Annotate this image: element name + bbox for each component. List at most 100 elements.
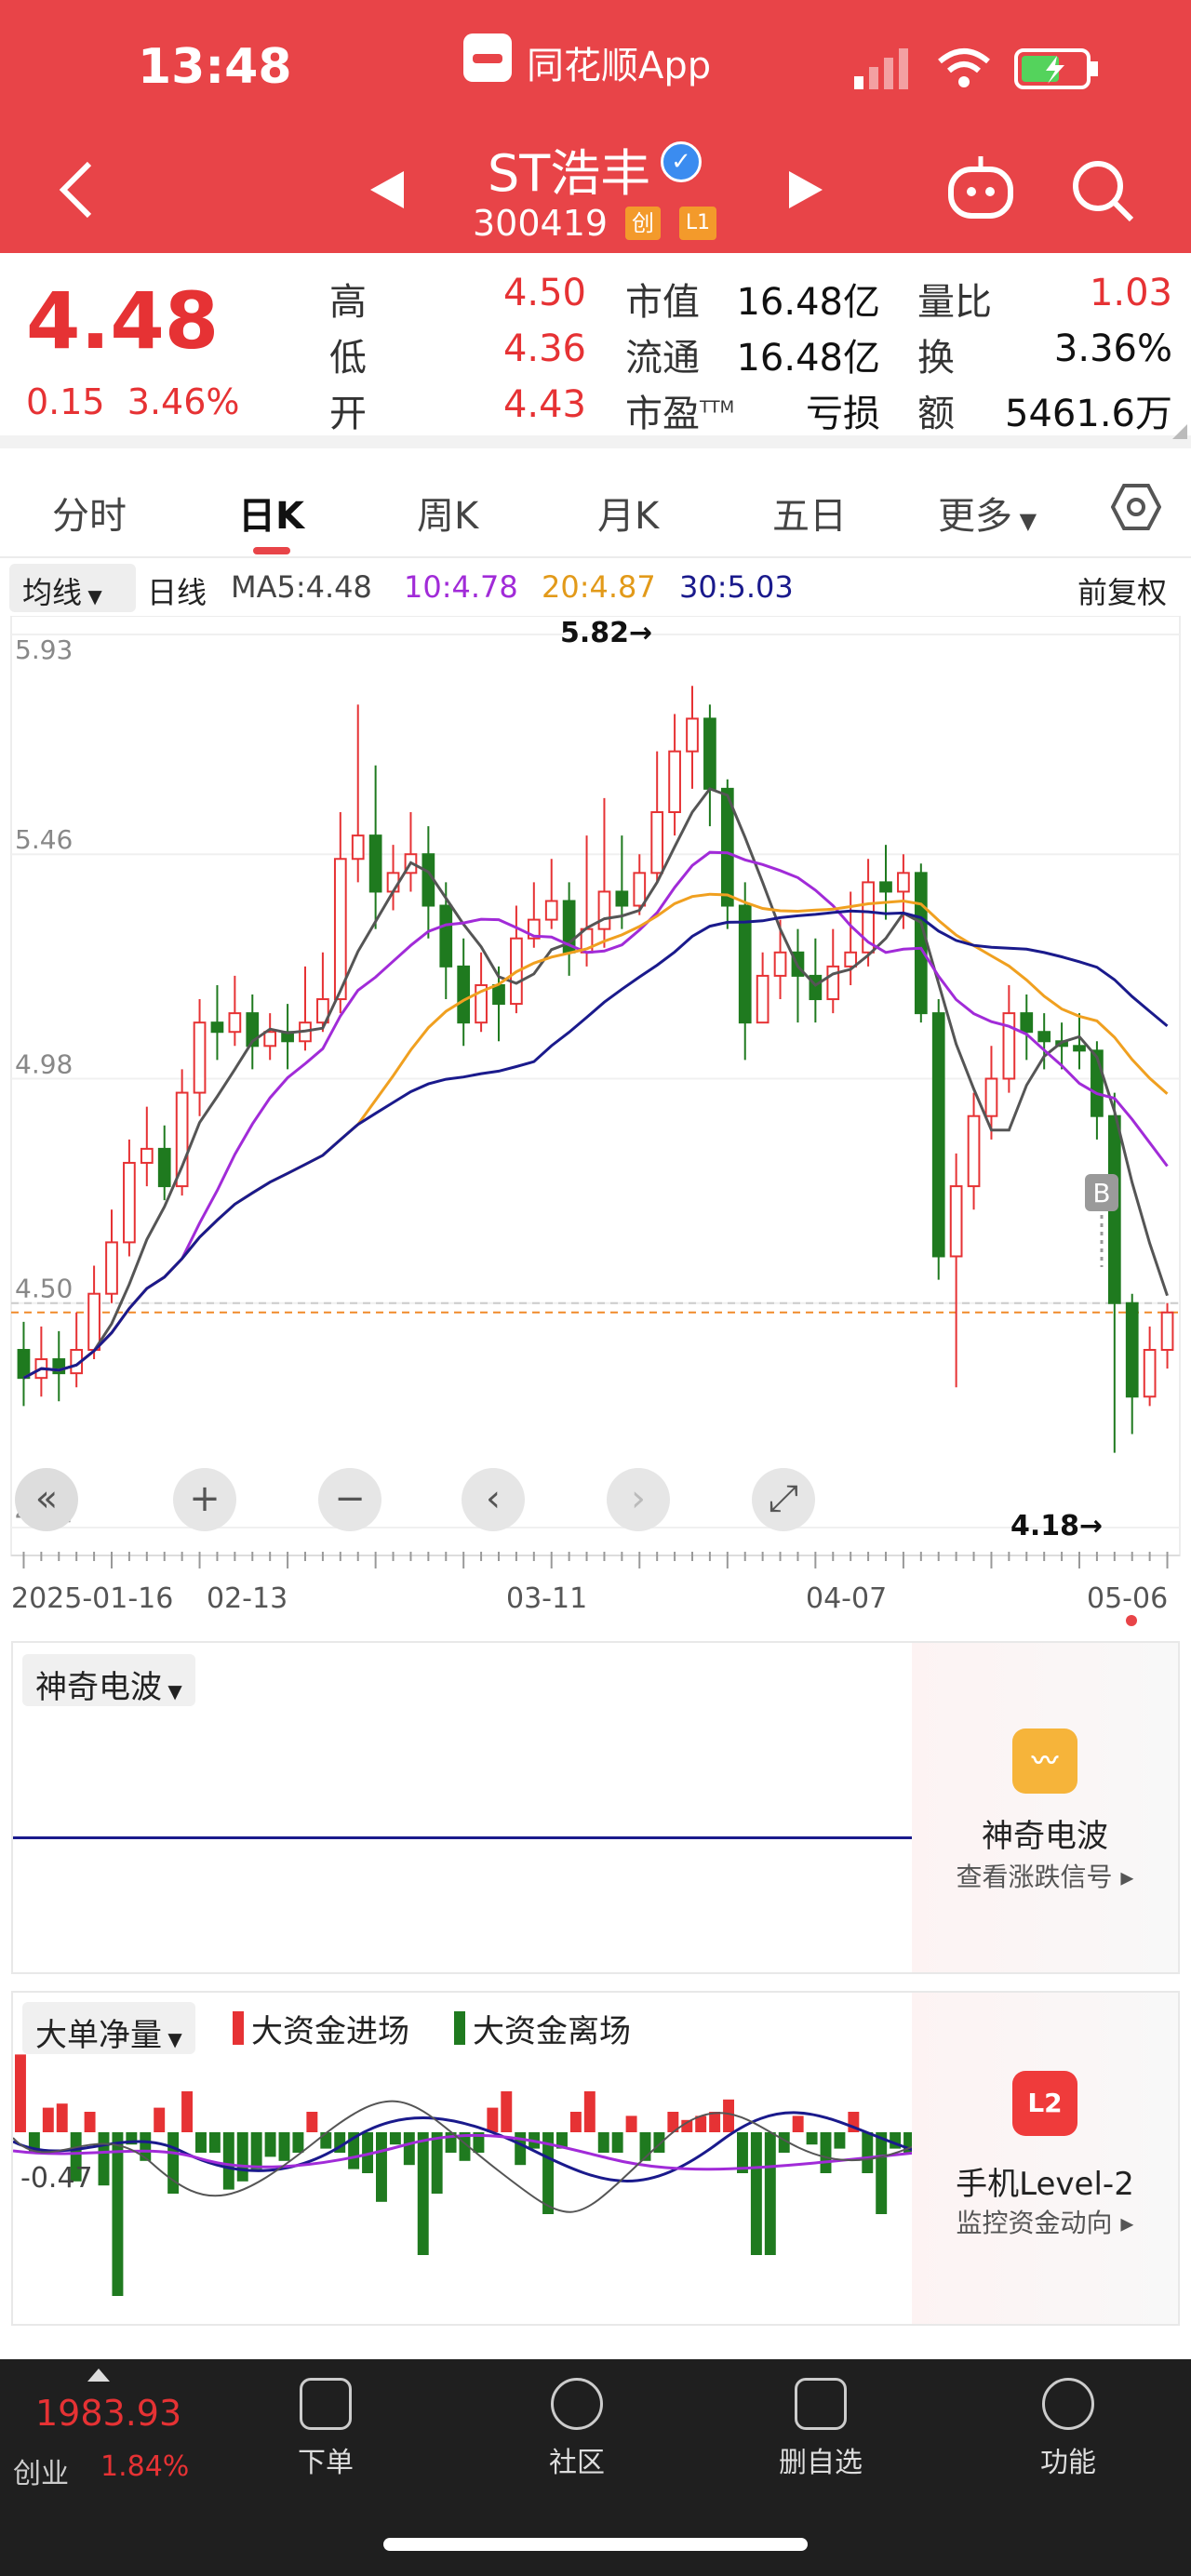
flow-bar <box>862 2132 874 2173</box>
value-pe: 亏损 <box>806 393 880 435</box>
flow-bar <box>597 2132 609 2153</box>
tab-more-label: 更多 <box>938 495 1012 538</box>
flow-bar <box>431 2132 443 2194</box>
candle-body <box>368 834 382 893</box>
flow-bar <box>140 2132 152 2161</box>
tab-five-day[interactable]: 五日 <box>772 486 847 540</box>
last-price: 4.48 <box>26 275 220 367</box>
candle-body <box>914 872 928 1015</box>
scroll-right-button[interactable]: › <box>607 1468 670 1531</box>
scroll-left-button[interactable]: ‹ <box>462 1468 525 1531</box>
tab-daily-k[interactable]: 日K <box>238 486 304 540</box>
ma30-value: 30:5.03 <box>679 569 794 605</box>
candle-body <box>1160 1311 1174 1352</box>
nav-remove-watchlist[interactable]: 删自选 <box>765 2378 877 2480</box>
flow-bar <box>84 2112 96 2132</box>
settings-hex-icon[interactable] <box>1111 482 1161 532</box>
adjust-mode[interactable]: 前复权 <box>1077 569 1167 612</box>
label-high: 高 <box>329 281 367 324</box>
signal-icon <box>854 48 908 89</box>
label-market-cap: 市值 <box>625 281 700 324</box>
zoom-out-button[interactable]: − <box>318 1468 381 1531</box>
flow-bar <box>403 2132 415 2166</box>
flow-bar <box>154 2107 166 2132</box>
candle-body <box>984 1077 998 1117</box>
big-order-select[interactable]: 大单净量 ▼ <box>22 2002 195 2054</box>
magic-wave-card[interactable]: 〰 神奇电波 查看涨跌信号 ▸ <box>912 1643 1178 1972</box>
tab-intraday[interactable]: 分时 <box>52 486 127 540</box>
app-name: 同花顺App <box>527 45 712 87</box>
magic-wave-select-label: 神奇电波 <box>35 1669 162 1706</box>
flow-bar <box>653 2132 665 2153</box>
index-pct: 1.84% <box>100 2450 190 2483</box>
scroll-left-fast-button[interactable]: « <box>15 1468 78 1531</box>
chart-frame <box>10 616 1181 1556</box>
search-icon[interactable] <box>1070 158 1135 223</box>
tab-more[interactable]: 更多 ▼ <box>938 486 1037 540</box>
period-label: 日线 <box>147 575 207 610</box>
chevron-down-icon: ▼ <box>1012 508 1037 534</box>
magic-wave-select[interactable]: 神奇电波 ▼ <box>22 1654 195 1706</box>
flow-bar <box>709 2112 721 2132</box>
value-high: 4.50 <box>502 272 586 314</box>
candle-body <box>140 1147 154 1164</box>
back-icon[interactable] <box>56 160 97 220</box>
index-value[interactable]: 1983.93 <box>35 2393 181 2434</box>
magic-wave-sub: 查看涨跌信号 ▸ <box>956 1862 1134 1892</box>
flow-bar <box>389 2132 401 2145</box>
candle-body <box>386 872 400 893</box>
label-turnover: 换 <box>917 337 955 380</box>
x-tick-label: 2025-01-16 <box>11 1582 173 1615</box>
candle-body <box>879 881 892 893</box>
next-stock-icon[interactable] <box>787 169 824 210</box>
flow-bar <box>42 2107 54 2132</box>
big-order-panel: 大单净量 ▼ 大资金进场 大资金离场 -0.47 L2 手机Level-2 监控… <box>11 1991 1180 2326</box>
label-open: 开 <box>329 393 367 435</box>
flow-bar <box>264 2132 276 2157</box>
wave-icon: 〰 <box>1012 1728 1077 1794</box>
prev-stock-icon[interactable] <box>368 169 406 210</box>
fullscreen-button[interactable]: ⤢ <box>752 1468 815 1531</box>
chevron-down-icon: ▼ <box>162 2028 182 2050</box>
corner-expand-icon[interactable] <box>1172 424 1187 439</box>
flow-bar <box>625 2116 637 2132</box>
flow-bar <box>834 2132 846 2149</box>
candle-body <box>457 965 471 1024</box>
flow-bar <box>611 2132 623 2153</box>
nav-order[interactable]: 下单 <box>270 2378 381 2480</box>
label-volume-ratio: 量比 <box>917 281 992 324</box>
tab-weekly-k[interactable]: 周K <box>417 486 478 540</box>
bottom-toolbar: 1983.93 创业 1.84% 下单 社区 删自选 功能 <box>0 2359 1191 2576</box>
candle-body <box>210 1021 224 1034</box>
nav-functions[interactable]: 功能 <box>1012 2378 1124 2480</box>
home-indicator[interactable] <box>383 2538 808 2551</box>
flow-bar <box>98 2132 110 2186</box>
legend-out-swatch <box>454 2011 465 2045</box>
nav-community[interactable]: 社区 <box>521 2378 633 2480</box>
flow-bar <box>569 2112 582 2132</box>
value-open: 4.43 <box>502 383 586 426</box>
level2-card[interactable]: L2 手机Level-2 监控资金动向 ▸ <box>912 1993 1178 2324</box>
level2-sub: 监控资金动向 ▸ <box>956 2208 1134 2238</box>
label-amount: 额 <box>917 393 955 435</box>
stock-code: 300419 <box>473 203 609 244</box>
flow-bar <box>112 2132 124 2296</box>
candle-body <box>967 1114 981 1188</box>
menu-circle-icon <box>1042 2378 1094 2430</box>
candle-body <box>1037 1031 1051 1043</box>
robot-assistant-icon[interactable] <box>945 153 1016 223</box>
label-float-cap: 流通 <box>625 337 700 380</box>
tab-monthly-k[interactable]: 月K <box>597 486 659 540</box>
quote-panel: 4.48 0.15 3.46% 高 4.50 低 4.36 开 4.43 市值 … <box>0 253 1191 448</box>
stock-title: ST浩丰 <box>488 144 651 203</box>
flow-bar <box>764 2132 776 2255</box>
indicator-select-label: 均线 <box>22 575 83 610</box>
indicator-select[interactable]: 均线 ▼ <box>9 564 136 612</box>
candle-body <box>1073 1045 1086 1052</box>
candle-body <box>1020 1012 1034 1034</box>
document-icon <box>300 2378 352 2430</box>
candle-body <box>756 974 769 1024</box>
flow-bar <box>820 2132 832 2173</box>
ma-legend-bar: 均线 ▼ 日线 MA5:4.48 10:4.78 20:4.87 30:5.03… <box>0 560 1191 616</box>
zoom-in-button[interactable]: + <box>173 1468 236 1531</box>
